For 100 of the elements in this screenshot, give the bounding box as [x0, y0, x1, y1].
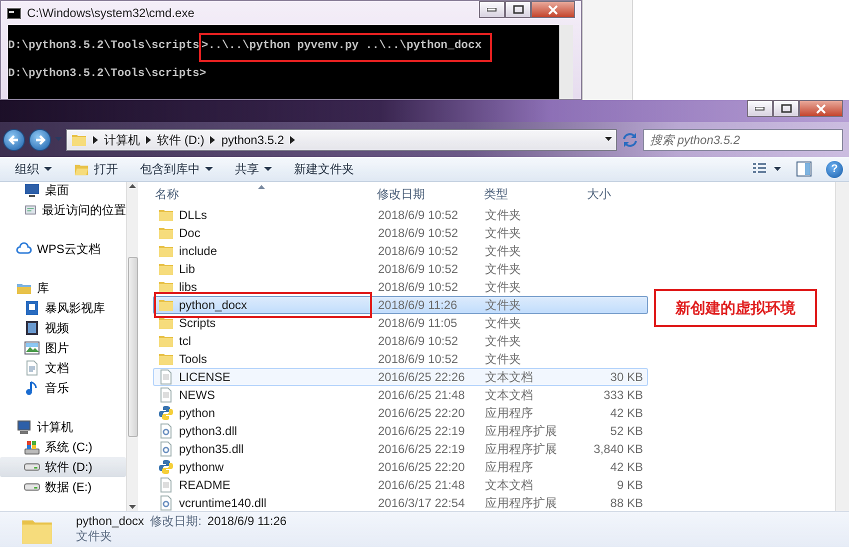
column-header[interactable]: 类型 [478, 182, 583, 206]
breadcrumb-item[interactable]: python3.5.2 [221, 130, 284, 148]
sidebar-item[interactable]: 系统 (C:) [0, 437, 126, 457]
file-type: 文件夹 [76, 529, 113, 544]
close-button[interactable] [531, 1, 575, 18]
date-label: 修改日期: [150, 514, 202, 529]
file-name: include [179, 243, 218, 260]
sidebar-item[interactable]: WPS云文档 [0, 239, 126, 259]
sidebar-item[interactable]: 软件 (D:) [0, 457, 126, 477]
file-name: NEWS [179, 387, 215, 404]
sidebar-item[interactable]: 数据 (E:) [0, 477, 126, 497]
toolbar-button[interactable]: 共享 [226, 158, 281, 180]
file-date: 2018/6/9 11:26 [377, 297, 458, 314]
close-button[interactable] [799, 100, 843, 117]
highlighted-command: >..\..\python pyvenv.py ..\..\python_docx [199, 33, 492, 62]
scrollbar[interactable] [559, 25, 573, 99]
sidebar-item[interactable]: 库 [0, 278, 126, 298]
minimize-icon [755, 106, 765, 110]
file-name: Doc [179, 225, 200, 242]
file-type: 应用程序 [484, 405, 534, 422]
file-row[interactable]: vcruntime140.dll 2016/3/17 22:54 应用程序扩展 88 KB [153, 494, 648, 512]
scrollbar[interactable] [835, 182, 849, 511]
maximize-button[interactable] [773, 100, 799, 117]
sidebar-item[interactable]: 最近访问的位置 [0, 200, 126, 220]
file-date: 2018/6/9 10:52 [377, 243, 460, 260]
chevron-icon[interactable] [210, 136, 216, 144]
file-size: 52 KB [610, 424, 643, 438]
file-type: 文件夹 [484, 225, 522, 242]
scrollbar[interactable] [126, 182, 138, 511]
folder-icon [158, 333, 174, 349]
chevron-icon[interactable] [146, 136, 151, 144]
window-title: C:\Windows\system32\cmd.exe [27, 5, 194, 22]
file-row[interactable]: Lib 2018/6/9 10:52 文件夹 [153, 260, 648, 278]
search-field[interactable]: 搜索 python3.5.2 [643, 128, 843, 150]
minimize-button[interactable] [747, 100, 773, 117]
file-name: python35.dll [179, 441, 244, 458]
maximize-button[interactable] [505, 1, 531, 18]
file-date: 2018/6/9 10:52 [377, 261, 460, 278]
file-row[interactable]: python 2016/6/25 22:20 应用程序 42 KB [153, 404, 648, 422]
sort-arrow-icon [258, 185, 265, 189]
back-button[interactable] [3, 128, 25, 150]
file-row[interactable]: NEWS 2016/6/25 21:48 文本文档 333 KB [153, 386, 648, 404]
file-row[interactable]: Tools 2018/6/9 10:52 文件夹 [153, 350, 648, 368]
breadcrumb-item[interactable]: 计算机 [104, 130, 140, 148]
address-bar[interactable]: 计算机 软件 (D:) python3.5.2 [66, 128, 617, 150]
file-date: 2018/6/9 10:52 [377, 279, 460, 296]
toolbar-button[interactable]: 包含到库中 [131, 158, 222, 180]
folder-icon [158, 207, 174, 223]
file-size: 42 KB [610, 406, 643, 420]
file-row[interactable]: LICENSE 2016/6/25 22:26 文本文档 30 KB [153, 368, 648, 386]
file-row[interactable]: Doc 2018/6/9 10:52 文件夹 [153, 224, 648, 242]
file-name: python [179, 405, 216, 422]
file-row[interactable]: README 2016/6/25 21:48 文本文档 9 KB [153, 476, 648, 494]
column-header[interactable]: 修改日期 [371, 182, 478, 206]
file-row[interactable]: tcl 2018/6/9 10:52 文件夹 [153, 332, 648, 350]
sidebar-item[interactable]: 桌面 [0, 180, 126, 200]
file-type: 应用程序扩展 [484, 495, 558, 512]
column-header[interactable]: 大小 [583, 182, 646, 206]
file-name: README [179, 477, 230, 494]
close-icon [548, 4, 558, 14]
file-row[interactable]: pythonw 2016/6/25 22:20 应用程序 42 KB [153, 458, 648, 476]
annotation-callout: 新创建的虚拟环境 [654, 289, 817, 327]
python-icon [158, 405, 174, 421]
file-type: 文本文档 [484, 387, 534, 404]
toolbar-button[interactable]: 新建文件夹 [285, 158, 363, 180]
cloud-icon [16, 241, 32, 257]
chevron-icon[interactable] [290, 136, 296, 144]
sidebar-item[interactable]: 计算机 [0, 417, 126, 437]
minimize-button[interactable] [479, 1, 505, 18]
forward-button[interactable] [29, 128, 51, 150]
sidebar-item[interactable]: 文档 [0, 358, 126, 378]
folder-icon [158, 315, 174, 331]
file-date: 2016/6/25 21:48 [377, 387, 466, 404]
file-row[interactable]: DLLs 2018/6/9 10:52 文件夹 [153, 206, 648, 224]
preview-pane-icon[interactable] [796, 161, 812, 177]
column-header[interactable]: 名称 [153, 185, 371, 203]
sidebar-item[interactable]: 音乐 [0, 378, 126, 398]
sidebar-item[interactable]: 视频 [0, 318, 126, 338]
chevron-icon[interactable] [93, 136, 98, 144]
drive-icon [24, 439, 40, 455]
sidebar-item[interactable]: 图片 [0, 338, 126, 358]
caret-icon [44, 167, 52, 171]
scroll-down-icon [129, 505, 136, 509]
file-row[interactable]: libs 2018/6/9 10:52 文件夹 [153, 278, 648, 296]
file-date: 2016/6/25 21:48 [377, 477, 466, 494]
file-date: 2018/6/9 11:05 [377, 315, 458, 332]
file-row[interactable]: include 2018/6/9 10:52 文件夹 [153, 242, 648, 260]
caret-icon [264, 167, 272, 171]
file-name: vcruntime140.dll [179, 495, 266, 512]
file-row[interactable]: python35.dll 2016/6/25 22:19 应用程序扩展 3,840 KB [153, 440, 648, 458]
file-row[interactable]: Scripts 2018/6/9 11:05 文件夹 [153, 314, 648, 332]
caret-icon[interactable] [605, 137, 612, 142]
toolbar-button[interactable]: 组织 [6, 158, 61, 180]
file-name: libs [179, 279, 198, 296]
toolbar-button[interactable]: 打开 [65, 158, 127, 180]
folder-icon [158, 225, 174, 241]
breadcrumb-item[interactable]: 软件 (D:) [157, 130, 204, 148]
view-options-icon[interactable] [752, 162, 782, 176]
sidebar-item[interactable]: 暴风影视库 [0, 298, 126, 318]
file-row[interactable]: python3.dll 2016/6/25 22:19 应用程序扩展 52 KB [153, 422, 648, 440]
